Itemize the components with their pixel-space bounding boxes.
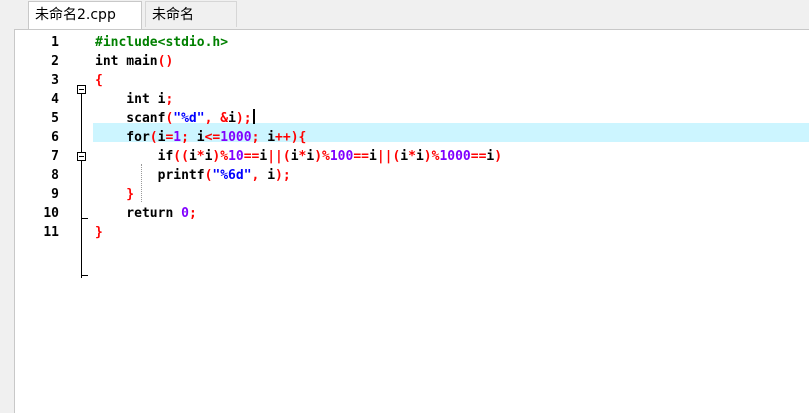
code-line[interactable]: if((i*i)%10==i||(i*i)%100==i||(i*i)%1000…	[95, 147, 502, 166]
line-number: 7	[51, 149, 59, 164]
code-editor[interactable]: 1 #include<stdio.h> 2 int main() 3{4 int i; 5…	[15, 29, 809, 413]
code-token: ((	[173, 149, 189, 164]
code-token: 10	[228, 149, 244, 164]
code-token: 1	[173, 130, 182, 145]
code-token: }	[95, 187, 135, 202]
code-token: 1000	[220, 130, 252, 145]
code-token: for	[95, 130, 150, 145]
code-token: <=	[204, 130, 221, 145]
line-number: 9	[51, 187, 59, 202]
code-token: i	[149, 92, 166, 107]
code-token: i	[368, 149, 377, 164]
line-number: 6	[51, 130, 59, 145]
code-line[interactable]: for(i=1; i<=1000; i++){	[95, 128, 306, 147]
code-token: "%d"	[173, 111, 205, 126]
code-token: return	[95, 206, 174, 221]
code-token: )%	[212, 149, 229, 164]
code-token: main	[118, 54, 158, 69]
code-token: i	[306, 149, 315, 164]
line-number: 5	[51, 111, 59, 126]
code-token: 100	[329, 149, 354, 164]
text-cursor	[252, 109, 255, 124]
code-token: i	[259, 168, 276, 183]
code-token: );	[275, 168, 291, 183]
code-token: )	[494, 149, 503, 164]
code-line[interactable]: scanf("%d", &i);	[95, 109, 255, 128]
code-token: ==	[353, 149, 369, 164]
code-token: i	[188, 149, 197, 164]
code-line[interactable]: {	[95, 71, 103, 90]
fold-minus-icon[interactable]	[77, 85, 86, 94]
code-token: ;	[188, 206, 197, 221]
code-token: 1000	[439, 149, 471, 164]
code-token: (	[149, 130, 158, 145]
code-line[interactable]: }	[95, 223, 103, 242]
code-token: i	[188, 130, 205, 145]
code-token: i	[400, 149, 409, 164]
code-token: {	[95, 73, 103, 88]
code-token: int	[95, 54, 119, 69]
line-number: 8	[51, 168, 59, 183]
fold-end-mark	[81, 218, 88, 219]
line-number: 10	[43, 206, 59, 221]
code-token: i	[228, 111, 236, 126]
code-token: &	[220, 111, 229, 126]
code-token: ==	[243, 149, 260, 164]
code-token: #include<stdio.h>	[95, 35, 229, 50]
code-token: ;	[165, 92, 174, 107]
code-token: i	[415, 149, 424, 164]
tab-untitled1-cpp[interactable]: 未命名1.cpp	[145, 1, 237, 49]
code-token: ()	[157, 54, 174, 69]
code-line[interactable]: int i;	[95, 90, 173, 109]
code-token: if	[95, 149, 174, 164]
tab-untitled2-cpp[interactable]: 未命名2.cpp	[28, 1, 142, 29]
code-token: i	[259, 130, 276, 145]
line-number: 3	[51, 73, 59, 88]
code-token: ++){	[275, 130, 307, 145]
fold-line	[81, 161, 82, 278]
line-number: 1	[51, 35, 59, 50]
code-token: )%	[314, 149, 330, 164]
code-token: ||(	[267, 149, 291, 164]
code-token: ;	[181, 130, 189, 145]
code-token: ||(	[376, 149, 401, 164]
line-number: 11	[43, 225, 59, 240]
code-line[interactable]: int main()	[95, 52, 173, 71]
code-token: );	[235, 111, 252, 126]
fold-line	[81, 94, 82, 152]
code-token: int	[95, 92, 150, 107]
code-token: )%	[423, 149, 440, 164]
code-line[interactable]: #include<stdio.h>	[95, 33, 228, 52]
code-line[interactable]: printf("%6d", i);	[95, 166, 291, 185]
tab-bar: 未命名2.cpp 未命名1.cpp	[0, 0, 809, 49]
fold-minus-icon[interactable]	[77, 152, 86, 161]
code-token: scanf	[95, 111, 166, 126]
code-token: 0	[181, 206, 189, 221]
code-token: "%6d"	[212, 168, 252, 183]
code-line[interactable]: }	[95, 185, 134, 204]
code-token: }	[95, 225, 103, 240]
code-token: *	[408, 149, 416, 164]
code-line[interactable]: return 0;	[95, 204, 197, 223]
code-token: *	[196, 149, 205, 164]
code-token: i	[290, 149, 299, 164]
code-token: printf	[95, 168, 205, 183]
left-panel-strip	[0, 29, 14, 413]
code-token: ==	[470, 149, 487, 164]
line-number: 4	[51, 92, 59, 107]
line-number: 2	[51, 54, 59, 69]
fold-end-mark	[81, 275, 88, 276]
